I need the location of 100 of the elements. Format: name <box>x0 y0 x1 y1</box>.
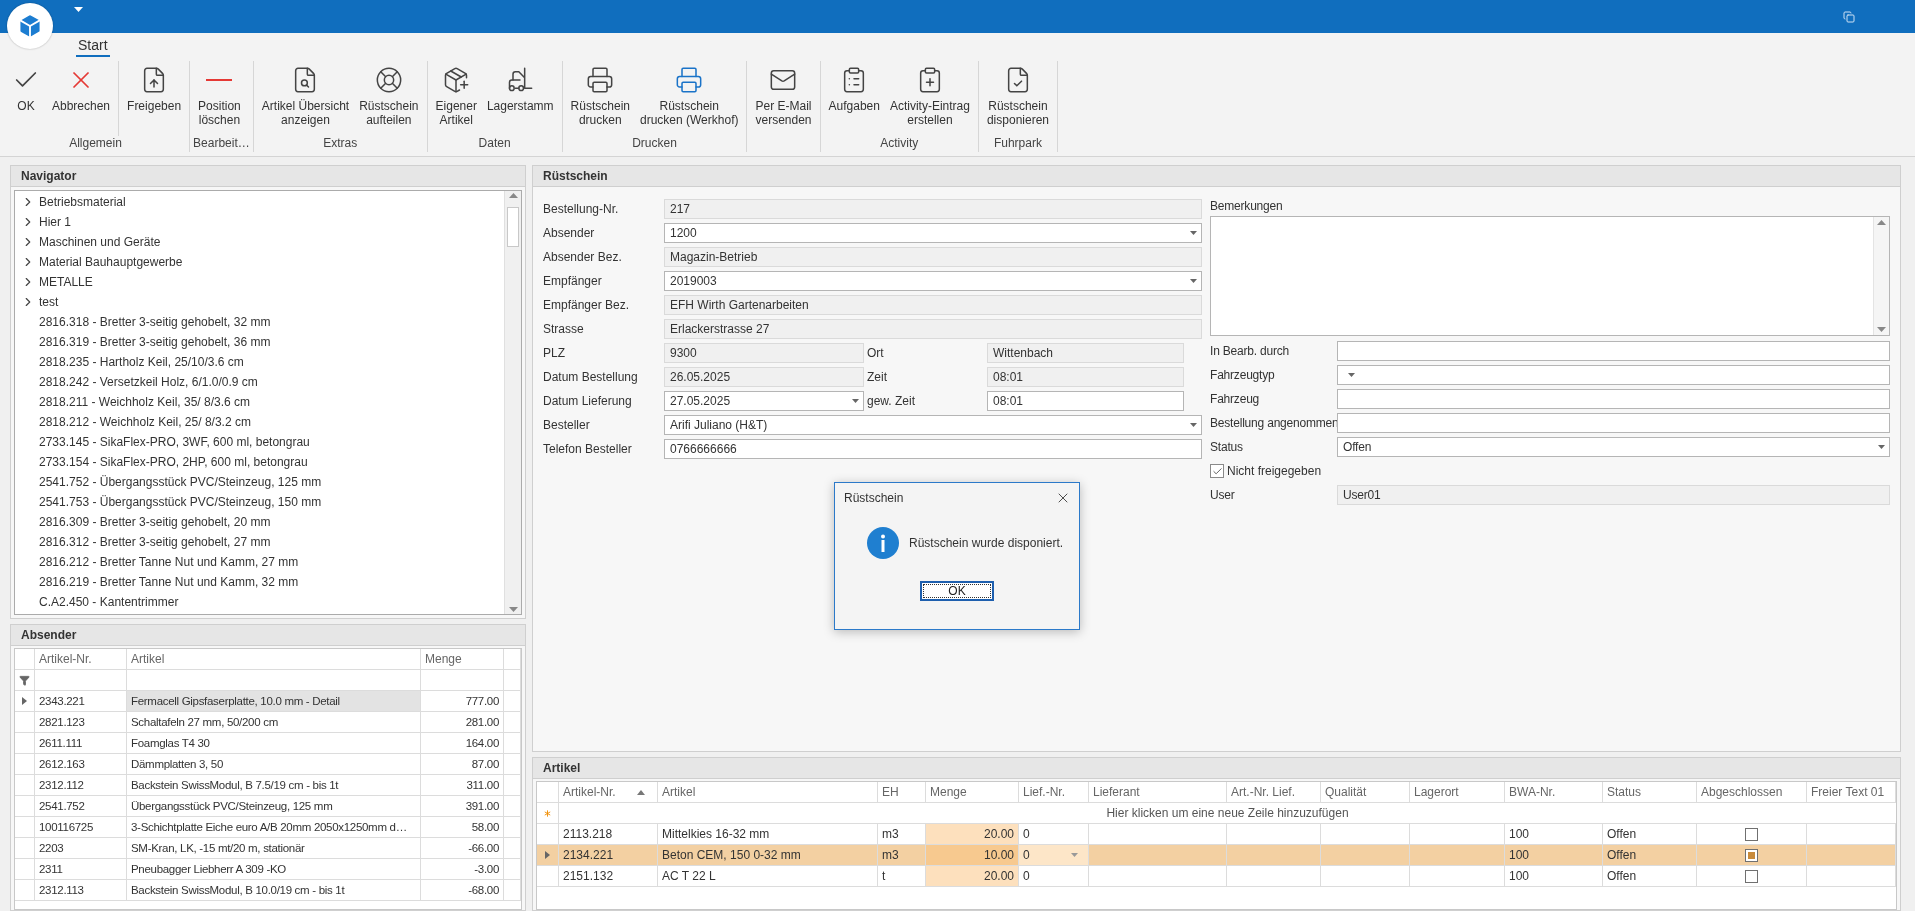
dropdown-field[interactable]: 27.05.2025 <box>664 391 864 411</box>
ribbon-button[interactable]: Abbrechen <box>47 61 116 136</box>
tree-item[interactable]: 2818.242 - Versetzkeil Holz, 6/1.0/0.9 cm <box>39 375 258 389</box>
tree-item[interactable]: 2816.309 - Bretter 3-seitig gehobelt, 20 mm <box>39 515 271 529</box>
ribbon-button[interactable]: Activity-Eintrag erstellen <box>884 61 975 136</box>
tree-item[interactable]: C.A2.450 - Kantentrimmer <box>39 595 179 609</box>
ribbon-button[interactable]: Rüstschein disponieren <box>981 61 1054 136</box>
column-header[interactable]: Artikel-Nr. <box>35 649 127 669</box>
scroll-down-icon[interactable] <box>508 607 518 612</box>
input-field[interactable]: 217 <box>664 199 1202 219</box>
tree-item[interactable]: 2818.211 - Weichholz Keil, 35/ 8/3.6 cm <box>39 395 250 409</box>
column-header[interactable]: Menge <box>421 649 504 669</box>
tree-item[interactable]: 2818.212 - Weichholz Keil, 25/ 8/3.2 cm <box>39 415 251 429</box>
table-row[interactable]: 2134.221 Beton CEM, 150 0-32 mm m3 10.00 0 100 Offen <box>537 845 1896 866</box>
scroll-up-icon[interactable] <box>508 193 518 198</box>
table-row[interactable]: 2821.123 Schaltafeln 27 mm, 50/200 cm 281.00 <box>15 712 521 733</box>
column-header[interactable]: Menge <box>926 782 1019 802</box>
table-row[interactable]: 2113.218 Mittelkies 16-32 mm m3 20.00 0 100 Offen <box>537 824 1896 845</box>
ribbon-button[interactable]: Rüstschein drucken (Werkhof) <box>635 61 744 136</box>
tree-item[interactable]: 2816.219 - Bretter Tanne Nut und Kamm, 32 mm <box>39 575 299 589</box>
scrollbar[interactable] <box>504 191 521 614</box>
dropdown-field[interactable]: 1200 <box>664 223 1202 243</box>
ok-button[interactable]: OK <box>920 581 994 601</box>
table-row[interactable]: 2151.132 AC T 22 L t 20.00 0 100 Offen <box>537 866 1896 887</box>
input-field[interactable]: 9300 <box>664 343 864 363</box>
table-row[interactable]: 2343.221 Fermacell Gipsfaserplatte, 10.0 mm - Detail 777.00 <box>15 691 521 712</box>
checkbox[interactable] <box>1745 827 1758 841</box>
dropdown-field[interactable]: 2019003 <box>664 271 1202 291</box>
column-header[interactable]: Status <box>1603 782 1697 802</box>
column-header[interactable]: Lagerort <box>1410 782 1505 802</box>
column-header[interactable]: Lieferant <box>1089 782 1227 802</box>
dropdown-field[interactable]: Arifi Juliano (H&T) <box>664 415 1202 435</box>
column-header[interactable]: EH <box>878 782 926 802</box>
column-header[interactable]: Artikel-Nr. <box>559 782 658 802</box>
filter-icon[interactable] <box>19 674 30 686</box>
ribbon-button[interactable]: Artikel Übersicht anzeigen <box>256 61 355 136</box>
ribbon-button[interactable]: Position löschen <box>193 61 246 136</box>
input-field[interactable]: Erlackerstrasse 27 <box>664 319 1202 339</box>
scroll-down-icon[interactable] <box>1877 327 1886 332</box>
input-field[interactable]: EFH Wirth Gartenarbeiten <box>664 295 1202 315</box>
tree-item[interactable]: 2541.752 - Übergangsstück PVC/Steinzeug, 125 mm <box>39 475 322 489</box>
checkbox[interactable] <box>1745 869 1758 883</box>
ribbon-button[interactable]: Eigener Artikel <box>430 61 482 136</box>
tree-item[interactable]: 2816.319 - Bretter 3-seitig gehobelt, 36 mm <box>39 335 271 349</box>
restore-window-icon[interactable] <box>1843 10 1855 23</box>
table-row[interactable]: 2612.163 Dämmplatten 3, 50 87.00 <box>15 754 521 775</box>
table-row[interactable]: 2311 Pneubagger Liebherr A 309 -KO -3.00 <box>15 859 521 880</box>
tree-item[interactable]: 2541.753 - Übergangsstück PVC/Steinzeug, 150 mm <box>39 495 322 509</box>
input-field[interactable]: 0766666666 <box>664 439 1202 459</box>
tree-item[interactable]: Betriebsmaterial <box>39 195 126 209</box>
input-field[interactable]: 08:01 <box>987 367 1184 387</box>
column-header[interactable]: Artikel <box>127 649 421 669</box>
table-row[interactable]: 2312.112 Backstein SwissModul, B 7.5/19 cm - bis 1t 311.00 <box>15 775 521 796</box>
ribbon-button[interactable]: Per E-Mail versenden <box>750 61 817 136</box>
scroll-up-icon[interactable] <box>1877 220 1886 225</box>
tree-item[interactable]: test <box>39 295 59 309</box>
remarks-field[interactable] <box>1210 216 1890 336</box>
column-header[interactable]: Artikel <box>658 782 878 802</box>
tree-item[interactable]: 2733.154 - SikaFlex-PRO, 2HP, 600 ml, betongrau <box>39 455 308 469</box>
tree-item[interactable]: 2733.145 - SikaFlex-PRO, 3WF, 600 ml, betongrau <box>39 435 310 449</box>
ribbon-button[interactable]: Rüstschein drucken <box>565 61 635 136</box>
ribbon-button[interactable]: Freigeben <box>122 61 187 136</box>
tree-item[interactable]: 2816.318 - Bretter 3-seitig gehobelt, 32 mm <box>39 315 271 329</box>
ribbon-button[interactable]: OK <box>5 61 47 136</box>
input-field[interactable] <box>1337 413 1890 433</box>
dropdown-field[interactable] <box>1337 365 1890 385</box>
input-field[interactable]: 26.05.2025 <box>664 367 864 387</box>
ribbon-button[interactable]: Aufgaben <box>823 61 885 136</box>
scrollbar-thumb[interactable] <box>507 207 519 247</box>
table-row[interactable]: 2611.111 Foamglas T4 30 164.00 <box>15 733 521 754</box>
input-field[interactable]: User01 <box>1337 485 1890 505</box>
tree-item[interactable]: 2816.312 - Bretter 3-seitig gehobelt, 27 mm <box>39 535 271 549</box>
column-header[interactable]: Abgeschlossen <box>1697 782 1807 802</box>
table-row[interactable]: 2203 SM-Kran, LK, -15 mt/20 m, stationär -66.00 <box>15 838 521 859</box>
caret-icon[interactable] <box>74 7 83 12</box>
column-header[interactable]: Freier Text 01 <box>1807 782 1896 802</box>
column-header[interactable]: BWA-Nr. <box>1505 782 1603 802</box>
column-header[interactable]: Qualität <box>1321 782 1410 802</box>
tree-item[interactable]: Maschinen und Geräte <box>39 235 161 249</box>
table-row[interactable]: 2312.113 Backstein SwissModul, B 10.0/19 cm - bis 1t -68.00 <box>15 880 521 901</box>
tree-item[interactable]: Hier 1 <box>39 215 71 229</box>
input-field[interactable]: Magazin-Betrieb <box>664 247 1202 267</box>
table-row[interactable]: 100116725 3-Schichtplatte Eiche euro A/B 20mm 2050x1250mm d… 58.00 <box>15 817 521 838</box>
caret-icon[interactable] <box>1071 853 1078 857</box>
input-field[interactable] <box>1337 341 1890 361</box>
checkbox[interactable] <box>1745 848 1758 862</box>
input-field[interactable] <box>1337 389 1890 409</box>
tree-item[interactable]: Material Bauhauptgewerbe <box>39 255 183 269</box>
column-header[interactable]: Art.-Nr. Lief. <box>1227 782 1321 802</box>
new-row-hint[interactable]: Hier klicken um eine neue Zeile hinzuzufügen <box>559 803 1896 823</box>
table-row[interactable]: 2541.752 Übergangsstück PVC/Steinzeug, 125 mm 391.00 <box>15 796 521 817</box>
input-field[interactable]: Wittenbach <box>987 343 1184 363</box>
column-header[interactable]: Lief.-Nr. <box>1019 782 1089 802</box>
ribbon-button[interactable]: Lagerstamm <box>481 61 559 136</box>
tree-item[interactable]: 2816.212 - Bretter Tanne Nut und Kamm, 27 mm <box>39 555 299 569</box>
dropdown-field[interactable]: Offen <box>1337 437 1890 457</box>
ribbon-button[interactable]: Rüstschein aufteilen <box>354 61 424 136</box>
tree-item[interactable]: 2818.235 - Hartholz Keil, 25/10/3.6 cm <box>39 355 244 369</box>
input-field[interactable]: 08:01 <box>987 391 1184 411</box>
checkbox[interactable] <box>1210 464 1224 478</box>
